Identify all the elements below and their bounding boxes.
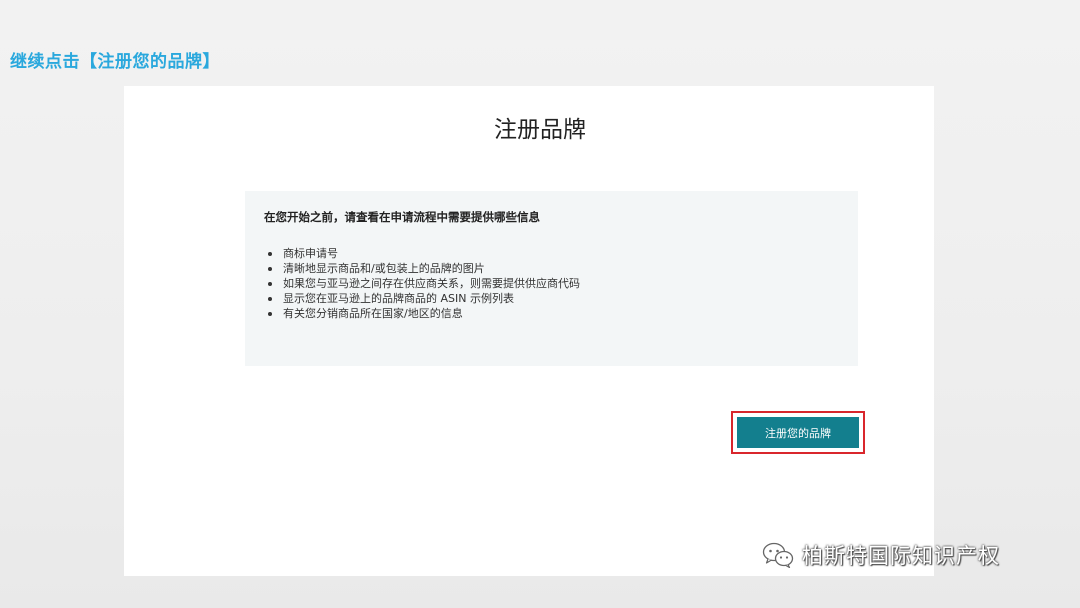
info-heading: 在您开始之前，请查看在申请流程中需要提供哪些信息 — [264, 210, 540, 224]
list-item-text: 清晰地显示商品和/或包装上的品牌的图片 — [283, 262, 485, 275]
bullet-icon — [268, 282, 272, 286]
register-brand-button[interactable]: 注册您的品牌 — [737, 417, 859, 448]
slide-heading: 继续点击【注册您的品牌】 — [10, 52, 220, 72]
requirements-list: 商标申请号 清晰地显示商品和/或包装上的品牌的图片 如果您与亚马逊之间存在供应商… — [264, 246, 838, 321]
info-box: 在您开始之前，请查看在申请流程中需要提供哪些信息 商标申请号 清晰地显示商品和/… — [245, 191, 858, 366]
list-item-text: 如果您与亚马逊之间存在供应商关系，则需要提供供应商代码 — [283, 277, 580, 290]
list-item-text: 商标申请号 — [283, 247, 338, 260]
list-item: 显示您在亚马逊上的品牌商品的 ASIN 示例列表 — [268, 291, 838, 306]
list-item-text: 有关您分销商品所在国家/地区的信息 — [283, 307, 463, 320]
list-item: 如果您与亚马逊之间存在供应商关系，则需要提供供应商代码 — [268, 276, 838, 291]
bullet-icon — [268, 297, 272, 301]
bullet-icon — [268, 312, 272, 316]
bullet-icon — [268, 252, 272, 256]
wechat-icon — [762, 542, 794, 568]
list-item: 清晰地显示商品和/或包装上的品牌的图片 — [268, 261, 838, 276]
list-item-text: 显示您在亚马逊上的品牌商品的 ASIN 示例列表 — [283, 292, 514, 305]
watermark: 柏斯特国际知识产权 — [762, 540, 1000, 570]
list-item: 商标申请号 — [268, 246, 838, 261]
page-title: 注册品牌 — [494, 117, 586, 143]
list-item: 有关您分销商品所在国家/地区的信息 — [268, 306, 838, 321]
watermark-text: 柏斯特国际知识产权 — [802, 544, 1000, 568]
bullet-icon — [268, 267, 272, 271]
